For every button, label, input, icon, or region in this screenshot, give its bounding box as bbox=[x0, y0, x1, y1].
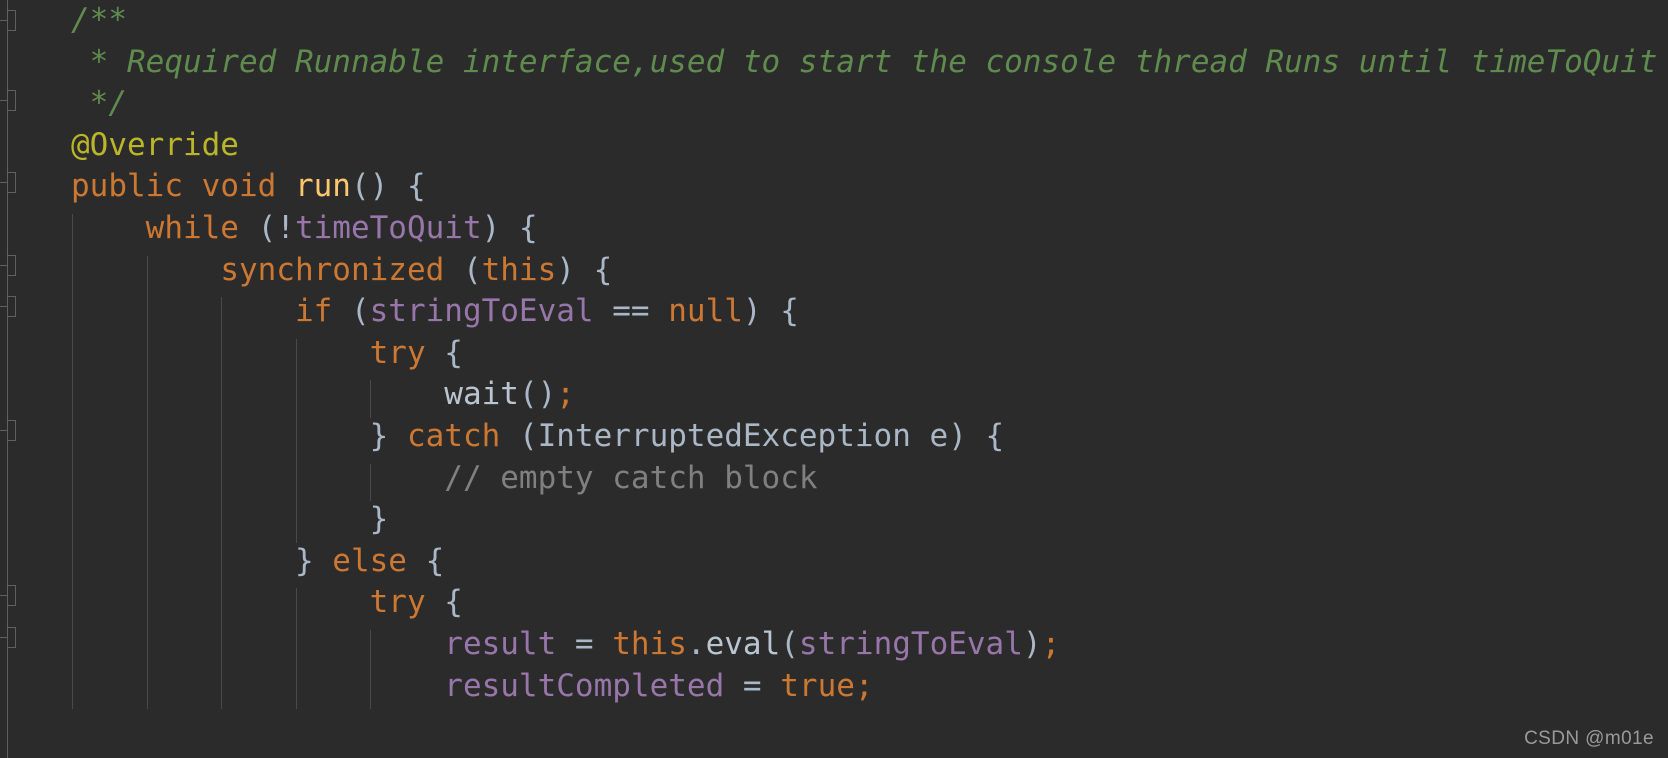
code-token-call: eval bbox=[705, 625, 781, 662]
code-fold-marker[interactable] bbox=[0, 585, 22, 606]
code-line[interactable]: /** bbox=[0, 0, 1668, 42]
code-token-plain: ) bbox=[1022, 625, 1042, 662]
code-line[interactable]: // empty catch block bbox=[0, 458, 1668, 500]
code-line[interactable]: try { bbox=[0, 582, 1668, 624]
code-token-plain: } bbox=[369, 417, 407, 454]
code-token-plain: { bbox=[425, 584, 463, 621]
code-token-method: run bbox=[294, 168, 351, 205]
code-token-kw: while bbox=[145, 209, 239, 246]
code-line[interactable]: result = this.eval(stringToEval); bbox=[0, 624, 1668, 666]
code-token-plain: ( bbox=[332, 293, 370, 330]
code-token-plain: = bbox=[556, 625, 613, 662]
code-line[interactable]: synchronized (this) { bbox=[0, 250, 1668, 292]
code-token-kw: this bbox=[612, 625, 687, 662]
code-token-kw: void bbox=[201, 168, 277, 205]
code-token-plain: { bbox=[425, 334, 463, 371]
code-line[interactable]: } catch (InterruptedException e) { bbox=[0, 416, 1668, 458]
code-token-plain: () { bbox=[350, 168, 426, 205]
code-token-plain: . bbox=[686, 625, 706, 662]
code-fold-marker[interactable] bbox=[0, 627, 22, 648]
code-token-plain: = bbox=[724, 667, 781, 704]
code-token-plain: () bbox=[518, 376, 557, 413]
code-token-plain: (! bbox=[238, 209, 295, 246]
code-token-kw: ; bbox=[556, 376, 575, 413]
code-token-doc: * Required Runnable interface,used to st… bbox=[89, 43, 1658, 80]
code-token-kw: try bbox=[369, 584, 426, 621]
code-token-kw: ; bbox=[854, 667, 874, 704]
code-line[interactable]: * Required Runnable interface,used to st… bbox=[0, 42, 1668, 84]
code-token-plain: ( bbox=[444, 251, 482, 288]
code-token-kw: synchronized bbox=[220, 251, 445, 288]
code-line[interactable]: while (!timeToQuit) { bbox=[0, 208, 1668, 250]
code-fold-marker[interactable] bbox=[0, 420, 22, 441]
code-token-plain: ) { bbox=[742, 293, 799, 330]
code-token-field: stringToEval bbox=[798, 625, 1023, 662]
code-token-kw: true bbox=[780, 667, 855, 704]
code-token-call: wait bbox=[444, 376, 519, 413]
code-fold-marker[interactable] bbox=[0, 10, 22, 31]
code-token-kw: catch bbox=[406, 417, 501, 454]
code-line[interactable]: if (stringToEval == null) { bbox=[0, 291, 1668, 333]
code-token-comment: // empty catch block bbox=[444, 459, 818, 496]
code-line[interactable]: } else { bbox=[0, 541, 1668, 583]
code-fold-marker[interactable] bbox=[0, 296, 22, 317]
code-token-plain: { bbox=[406, 542, 445, 579]
code-token-kw: this bbox=[481, 251, 557, 288]
code-line[interactable]: @Override bbox=[0, 125, 1668, 167]
code-token-kw: null bbox=[668, 293, 743, 330]
code-line[interactable]: try { bbox=[0, 333, 1668, 375]
code-token-field: result bbox=[444, 625, 557, 662]
code-token-field: resultCompleted bbox=[444, 667, 725, 704]
code-line[interactable]: wait(); bbox=[0, 374, 1668, 416]
editor-gutter[interactable] bbox=[0, 0, 22, 758]
code-token-doc: /** bbox=[71, 2, 127, 38]
code-fold-marker[interactable] bbox=[0, 90, 22, 111]
watermark-label: CSDN @m01e bbox=[1524, 728, 1654, 749]
code-token-plain: ) { bbox=[556, 251, 613, 288]
code-text[interactable]: /** * Required Runnable interface,used t… bbox=[0, 0, 1668, 758]
code-fold-marker[interactable] bbox=[0, 172, 22, 193]
code-token-kw: try bbox=[369, 334, 426, 371]
code-token-kw: else bbox=[332, 542, 407, 579]
code-token-plain: ( bbox=[780, 625, 799, 662]
code-token-kw: ; bbox=[1041, 625, 1061, 662]
code-token-field: timeToQuit bbox=[294, 209, 482, 246]
code-token-anno: @Override bbox=[71, 126, 239, 163]
code-line[interactable]: */ bbox=[0, 83, 1668, 125]
code-token-plain: } bbox=[369, 501, 389, 538]
code-token-doc: */ bbox=[71, 85, 127, 122]
code-token-kw: public bbox=[71, 168, 183, 205]
code-token-kw: if bbox=[294, 293, 333, 330]
code-line[interactable]: resultCompleted = true; bbox=[0, 666, 1668, 708]
code-token-plain: ) { bbox=[481, 209, 538, 246]
code-line[interactable]: public void run() { bbox=[0, 166, 1668, 208]
code-line[interactable]: } bbox=[0, 499, 1668, 541]
code-token-field: stringToEval bbox=[369, 293, 594, 330]
code-fold-marker[interactable] bbox=[0, 255, 22, 276]
code-token-plain: == bbox=[593, 293, 669, 330]
code-token-plain: } bbox=[294, 542, 333, 579]
code-editor[interactable]: /** * Required Runnable interface,used t… bbox=[0, 0, 1668, 758]
code-token-plain: (InterruptedException e) { bbox=[500, 417, 1005, 454]
